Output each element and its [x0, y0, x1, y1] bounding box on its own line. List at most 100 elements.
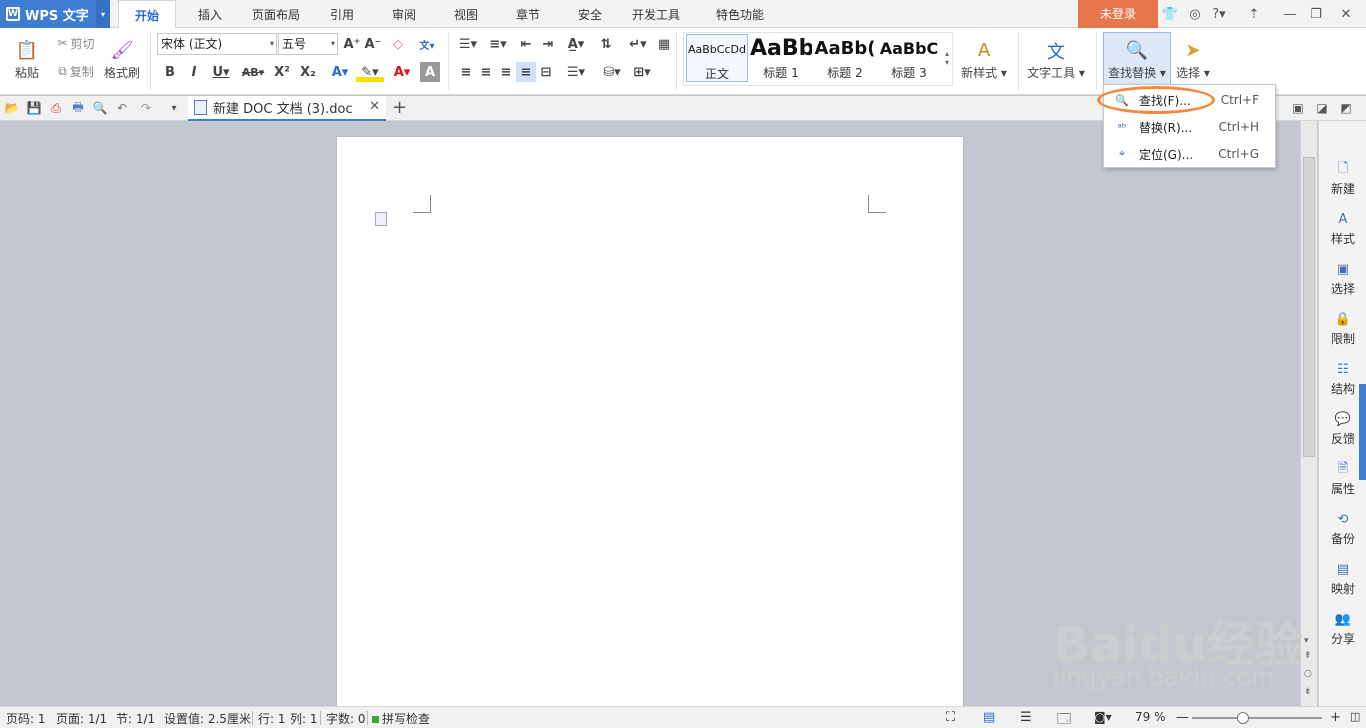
zoom-slider-thumb[interactable]	[1237, 712, 1249, 724]
shading-icon[interactable]: ⛁▾	[598, 62, 626, 82]
export-pdf-icon[interactable]: ⎙	[48, 100, 64, 116]
vertical-scrollbar[interactable]: ▾ ⇞ ○ ⇟	[1300, 121, 1317, 706]
ribbon-option-icon[interactable]: ▣	[1290, 100, 1306, 116]
status-page-count[interactable]: 页面: 1/1	[56, 710, 107, 727]
sidebar-item-backup[interactable]: ⟲ 备份	[1319, 507, 1366, 551]
reading-mode-icon[interactable]: ◙▾	[1094, 710, 1112, 724]
login-button[interactable]: 未登录	[1078, 0, 1158, 28]
ribbon-option-icon[interactable]: ◩	[1338, 100, 1354, 116]
document-canvas[interactable]	[0, 121, 1300, 717]
sidebar-item-restrict[interactable]: 🔒 限制	[1319, 307, 1366, 351]
scroll-down-icon[interactable]: ▾	[1304, 636, 1309, 646]
open-icon[interactable]: 📂	[4, 100, 20, 116]
close-icon[interactable]: ✕	[1334, 0, 1358, 28]
align-right-icon[interactable]: ≡	[496, 62, 516, 82]
tab-developer[interactable]: 开发工具	[626, 0, 686, 28]
maximize-icon[interactable]: ❐	[1304, 0, 1328, 28]
next-page-icon[interactable]: ⇟	[1304, 687, 1312, 697]
restore-ribbon-icon[interactable]: ⇡	[1242, 0, 1266, 28]
tab-page-layout[interactable]: 页面布局	[245, 0, 307, 28]
fullscreen-icon[interactable]: ⛶	[946, 710, 955, 725]
close-tab-icon[interactable]: ✕	[369, 99, 380, 114]
zoom-slider[interactable]	[1192, 717, 1322, 719]
paste-button[interactable]: 📋 粘贴	[6, 32, 48, 86]
document-page[interactable]	[337, 137, 963, 717]
line-spacing-icon[interactable]: ☰▾	[562, 62, 590, 82]
distribute-icon[interactable]: ⊟	[536, 62, 556, 82]
text-effect-icon[interactable]: A▾	[326, 62, 354, 82]
phonetic-guide-icon[interactable]: 文▾	[414, 34, 440, 54]
font-size-select[interactable]: 五号 ▾	[278, 33, 338, 55]
page-view-icon[interactable]: ▤	[983, 710, 995, 725]
outline-view-icon[interactable]: ☰	[1020, 710, 1032, 725]
tab-home[interactable]: 开始	[118, 0, 176, 29]
spell-check-toggle[interactable]: 拼写检查	[372, 710, 430, 727]
bullets-icon[interactable]: ☰▾	[454, 34, 482, 54]
italic-icon[interactable]: I	[184, 62, 204, 82]
ribbon-option-icon[interactable]: ◪	[1314, 100, 1330, 116]
select-button[interactable]: ➤ 选择 ▾	[1173, 32, 1213, 86]
sidebar-collapse-handle[interactable]	[1359, 384, 1366, 480]
sidebar-item-share[interactable]: 👥 分享	[1319, 607, 1366, 651]
font-color-icon[interactable]: A▾	[388, 62, 416, 82]
document-tab[interactable]: 新建 DOC 文档 (3).doc ✕	[188, 96, 386, 121]
tab-security[interactable]: 安全	[568, 0, 612, 28]
app-menu-button[interactable]: W WPS 文字 ▾	[0, 0, 110, 28]
customize-quick-access-icon[interactable]: ▾	[166, 100, 182, 116]
status-word-count[interactable]: 字数: 0	[326, 710, 366, 727]
text-direction-icon[interactable]: A̲▾	[562, 34, 590, 54]
bold-icon[interactable]: B	[160, 62, 180, 82]
highlight-icon[interactable]: ✎▾	[356, 62, 384, 82]
feedback-icon[interactable]: ◎	[1183, 0, 1207, 28]
status-row[interactable]: 行: 1	[258, 710, 286, 727]
style-heading-1[interactable]: AaBb 标题 1	[750, 34, 812, 82]
print-preview-icon[interactable]: 🔍	[92, 100, 108, 116]
font-family-select[interactable]: 宋体 (正文) ▾	[157, 33, 277, 55]
status-section[interactable]: 节: 1/1	[116, 710, 155, 727]
undo-icon[interactable]: ↶	[114, 100, 130, 116]
paragraph-mark-icon[interactable]: ↵▾	[624, 34, 652, 54]
copy-button[interactable]: ⧉ 复制	[52, 62, 100, 80]
status-page-number[interactable]: 页码: 1	[6, 710, 46, 727]
sidebar-item-mapping[interactable]: ▤ 映射	[1319, 557, 1366, 601]
tab-references[interactable]: 引用	[320, 0, 364, 28]
minimize-icon[interactable]: —	[1278, 0, 1302, 28]
strikethrough-icon[interactable]: AB▾	[238, 62, 268, 82]
shrink-font-icon[interactable]: A⁻	[363, 34, 383, 54]
style-heading-3[interactable]: AaBbC 标题 3	[878, 34, 940, 82]
style-heading-2[interactable]: AaBb( 标题 2	[814, 34, 876, 82]
sort-icon[interactable]: ⇅	[596, 34, 616, 54]
sidebar-item-style[interactable]: A 样式	[1319, 207, 1366, 251]
borders-icon[interactable]: ⊞▾	[628, 62, 656, 82]
tab-features[interactable]: 特色功能	[698, 0, 782, 28]
find-replace-button[interactable]: 🔍 查找替换 ▾	[1103, 32, 1171, 86]
clear-format-icon[interactable]: ◇	[388, 34, 408, 54]
char-shading-icon[interactable]: A	[420, 62, 440, 82]
sidebar-item-select[interactable]: ▣ 选择	[1319, 257, 1366, 301]
text-tools-button[interactable]: 文 文字工具 ▾	[1024, 32, 1088, 86]
grow-font-icon[interactable]: A⁺	[342, 34, 362, 54]
table-icon[interactable]: ▦	[654, 34, 674, 54]
skin-icon[interactable]: 👕	[1158, 0, 1182, 28]
cut-button[interactable]: ✂ 剪切	[52, 34, 100, 52]
redo-icon[interactable]: ↷	[138, 100, 154, 116]
prev-page-icon[interactable]: ⇞	[1304, 651, 1312, 661]
style-gallery-scroll[interactable]: ▴ ▾	[942, 34, 952, 82]
status-options-icon[interactable]: ◫	[1350, 710, 1360, 723]
decrease-indent-icon[interactable]: ⇤	[516, 34, 536, 54]
subscript-icon[interactable]: X₂	[298, 62, 318, 82]
status-column[interactable]: 列: 1	[290, 710, 318, 727]
web-view-icon[interactable]: 🗔	[1057, 710, 1071, 728]
zoom-in-icon[interactable]: +	[1330, 710, 1341, 725]
save-icon[interactable]: 💾	[26, 100, 42, 116]
numbering-icon[interactable]: ≡▾	[484, 34, 512, 54]
select-browse-object-icon[interactable]: ○	[1304, 669, 1312, 679]
zoom-level[interactable]: 79 %	[1135, 710, 1166, 724]
tab-view[interactable]: 视图	[444, 0, 488, 28]
scrollbar-thumb[interactable]	[1303, 157, 1315, 457]
tab-chapter[interactable]: 章节	[506, 0, 550, 28]
justify-icon[interactable]: ≡	[516, 62, 536, 82]
zoom-out-icon[interactable]: —	[1176, 710, 1189, 725]
menu-item-goto[interactable]: ⌖ 定位(G)... Ctrl+G	[1105, 141, 1275, 167]
paragraph-options-icon[interactable]	[375, 212, 387, 226]
